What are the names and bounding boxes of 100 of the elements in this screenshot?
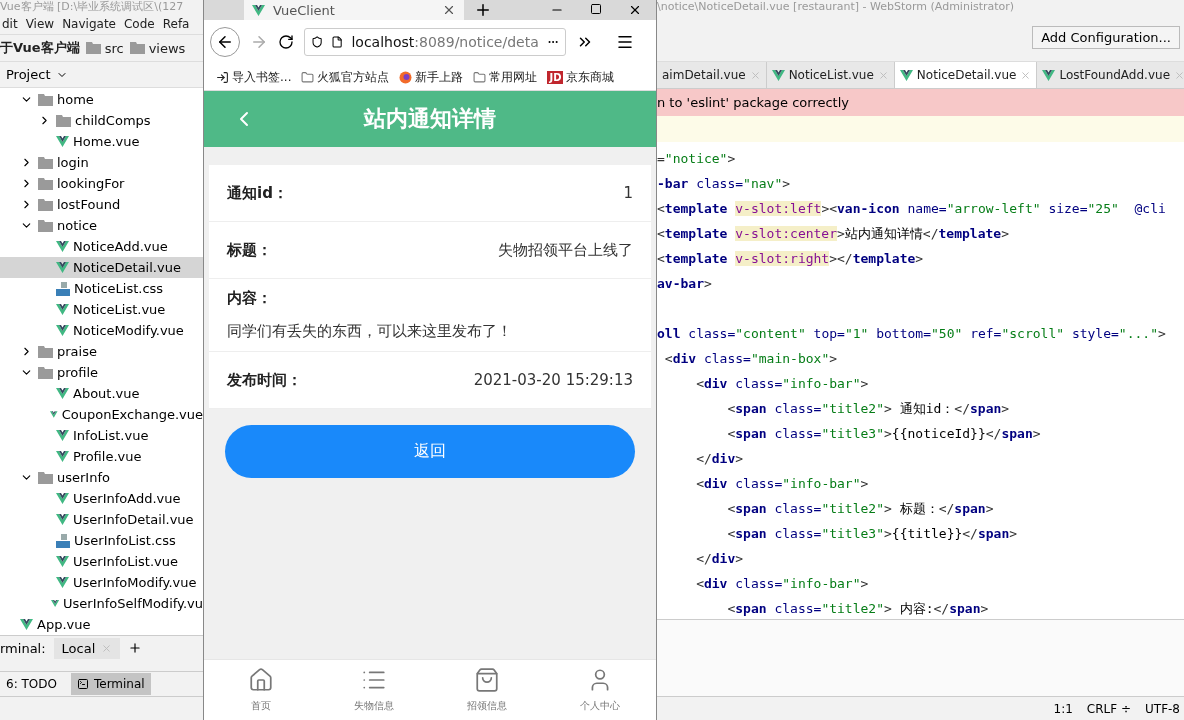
- tree-item[interactable]: UserInfoList.vue: [0, 551, 203, 572]
- tree-item[interactable]: login: [0, 152, 203, 173]
- local-tab[interactable]: Local: [53, 637, 121, 659]
- tree-item[interactable]: profile: [0, 362, 203, 383]
- bookmark-item[interactable]: JD 京东商城: [547, 68, 615, 86]
- code-line: <template v-slot:right></template>: [657, 250, 925, 268]
- menu-item[interactable]: dit: [2, 17, 18, 31]
- menu-item[interactable]: Refa: [162, 17, 190, 31]
- breadcrumb-item[interactable]: views: [129, 40, 186, 56]
- vue-file-icon: [771, 69, 785, 81]
- tree-item[interactable]: home: [0, 89, 203, 110]
- tree-item[interactable]: UserInfoAdd.vue: [0, 488, 203, 509]
- code-line: <div class="main-box">: [663, 350, 839, 368]
- address-bar[interactable]: localhost:8089/notice/deta: [304, 28, 566, 56]
- tab-bar-item[interactable]: 个人中心: [543, 660, 656, 720]
- tree-item[interactable]: About.vue: [0, 383, 203, 404]
- tree-item[interactable]: UserInfoSelfModify.vu: [0, 593, 203, 614]
- breadcrumb-item[interactable]: 于Vue客户端: [0, 39, 80, 57]
- tool-window-tab[interactable]: Terminal: [70, 673, 151, 695]
- code-line: <div class="info-bar">: [695, 375, 870, 393]
- page-icon: [331, 35, 344, 49]
- vue-file-icon: [56, 136, 69, 147]
- tree-item[interactable]: lostFound: [0, 194, 203, 215]
- tree-item[interactable]: userInfo: [0, 467, 203, 488]
- tree-item[interactable]: UserInfoModify.vue: [0, 572, 203, 593]
- tree-item[interactable]: praise: [0, 341, 203, 362]
- menu-item[interactable]: Navigate: [62, 17, 116, 31]
- breadcrumb-item[interactable]: src: [85, 40, 124, 56]
- code-line: <span class="title2"> 标题：</span>: [726, 500, 995, 518]
- vue-file-icon: [899, 69, 913, 81]
- shield-icon[interactable]: [311, 35, 324, 49]
- field-value: 2021-03-20 15:29:13: [473, 371, 633, 389]
- reload-icon[interactable]: [278, 34, 294, 50]
- tree-item[interactable]: Profile.vue: [0, 446, 203, 467]
- vue-file-icon: [56, 325, 69, 336]
- folder-icon: [38, 156, 53, 169]
- project-label[interactable]: Project: [6, 67, 51, 82]
- terminal-icon: [76, 678, 89, 690]
- vue-file-icon: [56, 262, 69, 273]
- folder-icon: [38, 219, 53, 232]
- folder-icon: [38, 198, 53, 211]
- vue-file-icon: [56, 304, 69, 315]
- tree-item[interactable]: NoticeDetail.vue: [0, 257, 203, 278]
- editor-tab[interactable]: NoticeList.vue: [766, 62, 895, 88]
- menu-icon[interactable]: [616, 33, 634, 51]
- editor-tab[interactable]: NoticeDetail.vue: [894, 62, 1038, 88]
- vue-file-icon: [56, 556, 69, 567]
- add-icon[interactable]: [128, 641, 143, 655]
- menu-item[interactable]: View: [25, 17, 55, 31]
- code-line: <span class="title2"> 通知id：</span>: [726, 400, 1011, 418]
- new-tab-icon[interactable]: [474, 1, 492, 19]
- close-icon[interactable]: [442, 3, 456, 17]
- return-button[interactable]: 返回: [225, 425, 635, 478]
- vue-file-icon: [56, 514, 69, 525]
- tree-item[interactable]: childComps: [0, 110, 203, 131]
- code-line: </div>: [695, 450, 745, 468]
- field-value: 失物招领平台上线了: [498, 240, 633, 260]
- bookmark-item[interactable]: 火狐官方站点: [301, 68, 390, 86]
- tree-item[interactable]: NoticeModify.vue: [0, 320, 203, 341]
- tree-item[interactable]: App.vue: [0, 614, 203, 635]
- field-label: 发布时间：: [227, 370, 302, 390]
- add-configuration-button[interactable]: Add Configuration...: [1032, 26, 1180, 49]
- code-line: <template v-slot:center>站内通知详情</template>: [657, 225, 1010, 243]
- tab-bar-item[interactable]: 招领信息: [430, 660, 543, 720]
- bookmark-item[interactable]: 导入书签...: [216, 68, 292, 86]
- bag-icon: [473, 667, 500, 693]
- bookmark-item[interactable]: 新手上路: [399, 68, 464, 86]
- tree-item[interactable]: InfoList.vue: [0, 425, 203, 446]
- field-label: 通知id：: [227, 183, 288, 203]
- browser-tab[interactable]: VueClient: [244, 0, 464, 20]
- back-button[interactable]: [210, 27, 240, 57]
- vue-file-icon: [20, 619, 33, 630]
- editor-tab[interactable]: aimDetail.vue: [657, 62, 767, 88]
- folder-icon: [38, 471, 53, 484]
- close-icon[interactable]: [628, 3, 642, 17]
- tree-item[interactable]: NoticeAdd.vue: [0, 236, 203, 257]
- maximize-icon[interactable]: [590, 3, 602, 15]
- import-icon: [216, 70, 229, 84]
- bookmark-item[interactable]: 常用网址: [473, 68, 538, 86]
- tab-bar-item[interactable]: 失物信息: [317, 660, 430, 720]
- field-value: 同学们有丢失的东西，可以来这里发布了！: [227, 322, 513, 341]
- tree-item[interactable]: CouponExchange.vue: [0, 404, 203, 425]
- tree-item[interactable]: NoticeList.vue: [0, 299, 203, 320]
- tree-item[interactable]: UserInfoDetail.vue: [0, 509, 203, 530]
- css-file-icon: [56, 533, 70, 548]
- editor-tab[interactable]: LostFoundAdd.vue: [1037, 62, 1184, 88]
- tree-item[interactable]: lookingFor: [0, 173, 203, 194]
- code-line: <div class="info-bar">: [695, 575, 870, 593]
- tree-item[interactable]: notice: [0, 215, 203, 236]
- tab-bar-item[interactable]: 首页: [204, 660, 317, 720]
- status-item: 1:1: [1053, 701, 1073, 716]
- code-line: -bar class="nav">: [657, 175, 792, 193]
- tree-item[interactable]: NoticeList.css: [0, 278, 203, 299]
- folder-icon: [56, 114, 71, 127]
- tool-window-tab[interactable]: 6: TODO: [0, 673, 63, 695]
- tree-item[interactable]: Home.vue: [0, 131, 203, 152]
- menu-item[interactable]: Code: [123, 17, 155, 31]
- tree-item[interactable]: UserInfoList.css: [0, 530, 203, 551]
- css-file-icon: [56, 281, 70, 296]
- status-item: UTF-8: [1145, 701, 1180, 716]
